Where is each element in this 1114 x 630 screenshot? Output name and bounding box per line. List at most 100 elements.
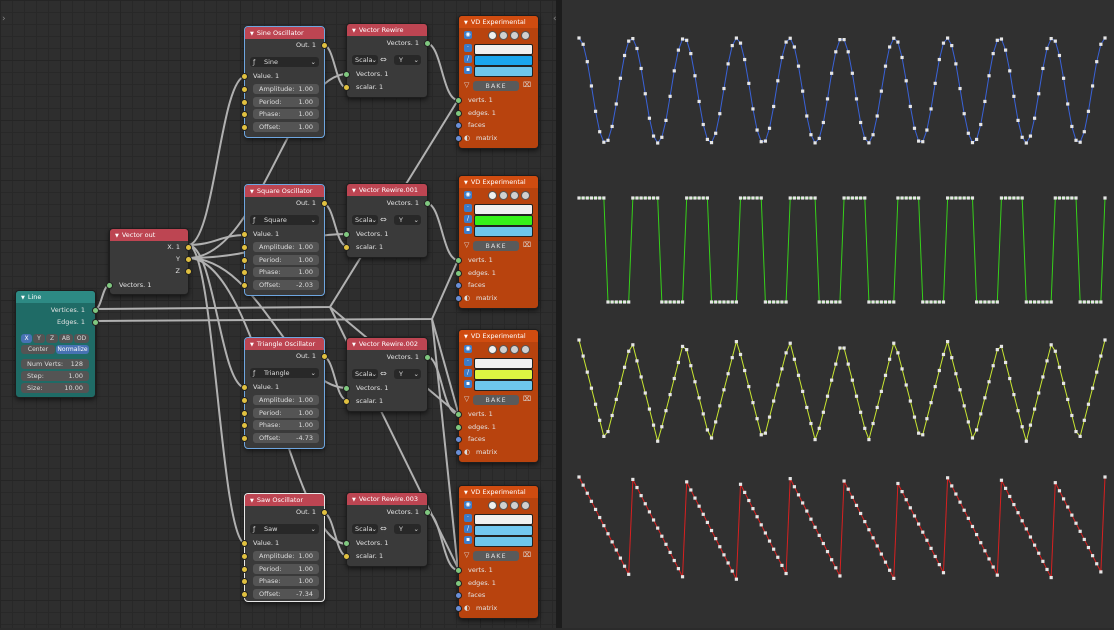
socket[interactable] (455, 257, 462, 264)
socket[interactable] (241, 98, 248, 106)
vector-rewire-node[interactable]: ▼ Vector Rewire.001 Vectors. 1 Scala ⌄ ⇔ Y… (343, 183, 431, 258)
socket[interactable] (424, 40, 431, 47)
eye-icon[interactable]: ◉ (464, 191, 472, 199)
socket[interactable] (343, 231, 350, 238)
mode-dropdown[interactable]: ƒ Sine ⌄ (250, 57, 319, 67)
bake-button[interactable]: BAKE (473, 241, 519, 251)
face-toggle-icon[interactable] (521, 345, 530, 354)
normalize-button[interactable]: Normalize (56, 345, 89, 354)
param-field[interactable]: Offset: -7.34 (253, 588, 319, 599)
socket[interactable] (343, 540, 350, 547)
socket[interactable] (241, 123, 248, 131)
toggle-icon[interactable] (488, 345, 497, 354)
to-dropdown[interactable]: Y ⌄ (394, 215, 421, 225)
edge-toggle-icon[interactable] (510, 191, 519, 200)
param-field[interactable]: Amplitude: 1.00 (253, 84, 319, 94)
node-header[interactable]: ▼ Line (16, 291, 95, 303)
socket[interactable] (424, 354, 431, 361)
size-field[interactable]: Size: 10.00 (21, 383, 89, 393)
vertex-color-swatch[interactable] (474, 204, 533, 215)
node-header[interactable]: ▼ Vector Rewire.001 (347, 184, 427, 196)
num-verts-field[interactable]: Num Verts: 128 (21, 359, 89, 369)
edge-icon[interactable]: / (464, 215, 472, 223)
swap-icon[interactable]: ⇔ (380, 55, 387, 65)
vertex-icon[interactable]: · (464, 44, 472, 52)
socket[interactable] (455, 269, 462, 277)
mode-dropdown[interactable]: ƒ Square ⌄ (250, 215, 319, 225)
export-icon[interactable]: ⌧ (523, 241, 531, 249)
swap-icon[interactable]: ⇔ (380, 215, 387, 225)
socket[interactable] (455, 134, 462, 142)
param-field[interactable]: Period: 1.00 (253, 254, 319, 265)
eye-icon[interactable]: ◉ (464, 345, 472, 353)
socket[interactable] (241, 111, 248, 118)
face-icon[interactable]: ▪ (464, 380, 472, 388)
param-field[interactable]: Phase: 1.00 (253, 576, 319, 586)
node-header[interactable]: ▼ Saw Oscillator (245, 494, 324, 506)
3d-viewport[interactable] (562, 0, 1114, 628)
socket[interactable] (455, 579, 462, 587)
dir-x-button[interactable]: X (21, 334, 32, 343)
param-field[interactable]: Offset: 1.00 (253, 121, 319, 132)
vertex-color-swatch[interactable] (474, 514, 533, 525)
node-header[interactable]: ▼ VD Experimental (459, 176, 538, 188)
vector-rewire-node[interactable]: ▼ Vector Rewire.003 Vectors. 1 Scala ⌄ ⇔ Y… (343, 492, 431, 567)
filter-icon[interactable]: ▽ (464, 81, 469, 89)
mode-dropdown[interactable]: ƒ Triangle ⌄ (250, 368, 319, 378)
bake-button[interactable]: BAKE (473, 551, 519, 561)
filter-icon[interactable]: ▽ (464, 395, 469, 403)
node-header[interactable]: ▼ VD Experimental (459, 16, 538, 28)
vertex-toggle-icon[interactable] (499, 501, 508, 510)
face-color-swatch[interactable] (474, 226, 533, 237)
mode-dropdown[interactable]: ƒ Saw ⌄ (250, 524, 319, 534)
viewer-draw-node[interactable]: ▼ VD Experimental ◉ · / ▪ ▽ BAKE ⌧ verts. … (455, 485, 539, 619)
vector-out-node[interactable]: ▼ Vector out X. 1 Y Z Vectors. 1 (106, 228, 192, 295)
socket[interactable] (455, 122, 462, 129)
dir-ab-button[interactable]: AB (59, 334, 73, 343)
edge-color-swatch[interactable] (474, 369, 533, 380)
edge-color-swatch[interactable] (474, 215, 533, 226)
node-header[interactable]: ▼ Vector Rewire (347, 24, 427, 36)
toggle-icon[interactable] (488, 31, 497, 40)
vertex-color-swatch[interactable] (474, 358, 533, 369)
node-header[interactable]: ▼ VD Experimental (459, 330, 538, 342)
viewer-draw-node[interactable]: ▼ VD Experimental ◉ · / ▪ ▽ BAKE ⌧ verts. … (455, 15, 539, 149)
socket[interactable] (185, 268, 192, 275)
socket[interactable] (241, 269, 248, 276)
eye-icon[interactable]: ◉ (464, 501, 472, 509)
socket[interactable] (343, 84, 350, 91)
face-icon[interactable]: ▪ (464, 536, 472, 544)
socket[interactable] (241, 397, 248, 404)
param-field[interactable]: Amplitude: 1.00 (253, 242, 319, 252)
socket[interactable] (241, 281, 248, 289)
socket[interactable] (241, 409, 248, 417)
socket[interactable] (185, 256, 192, 263)
socket[interactable] (455, 109, 462, 117)
node-editor[interactable]: › ▼ Line Vertices. 1 Edges. 1 X Y Z AB O… (0, 0, 556, 628)
vertex-icon[interactable]: · (464, 514, 472, 522)
dir-od-button[interactable]: OD (74, 334, 89, 343)
step-field[interactable]: Step: 1.00 (21, 371, 89, 381)
export-icon[interactable]: ⌧ (523, 395, 531, 403)
from-dropdown[interactable]: Scala ⌄ (352, 524, 378, 534)
socket[interactable] (241, 434, 248, 442)
filter-icon[interactable]: ▽ (464, 241, 469, 249)
socket[interactable] (343, 244, 350, 251)
node-header[interactable]: ▼ Vector Rewire.003 (347, 493, 427, 505)
param-field[interactable]: Offset: -2.03 (253, 279, 319, 290)
socket[interactable] (92, 319, 99, 326)
vertex-toggle-icon[interactable] (499, 31, 508, 40)
node-header[interactable]: ▼ VD Experimental (459, 486, 538, 498)
edge-color-swatch[interactable] (474, 55, 533, 66)
dir-y-button[interactable]: Y (33, 334, 45, 343)
socket[interactable] (185, 244, 192, 251)
socket[interactable] (241, 73, 248, 80)
socket[interactable] (241, 231, 248, 238)
socket[interactable] (455, 567, 462, 574)
bake-button[interactable]: BAKE (473, 395, 519, 405)
socket[interactable] (343, 553, 350, 560)
edge-icon[interactable]: / (464, 369, 472, 377)
socket[interactable] (424, 509, 431, 516)
vertex-icon[interactable]: · (464, 204, 472, 212)
oscillator-node[interactable]: ▼ Triangle Oscillator Out. 1 ƒ Triangle ⌄… (241, 337, 328, 449)
